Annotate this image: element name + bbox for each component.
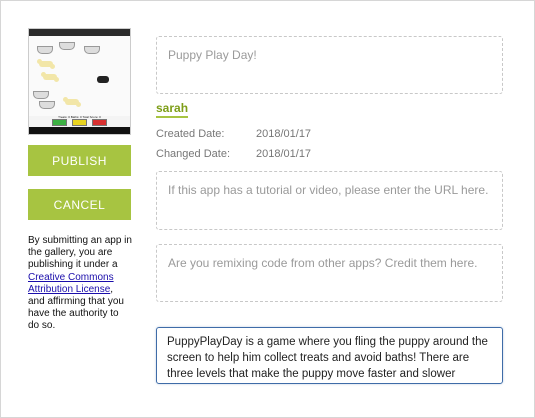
bathtub-sprite	[59, 42, 75, 50]
treat-bone-sprite	[63, 97, 81, 107]
description-textarea[interactable]: PuppyPlayDay is a game where you fling t…	[156, 327, 503, 384]
treat-bone-sprite	[41, 72, 59, 82]
app-title-input[interactable]: Puppy Play Day!	[156, 36, 503, 94]
app-screenshot-thumbnail: Treats: 0 Baths: 0 Total Score: 0	[28, 28, 131, 135]
tutorial-url-input[interactable]: If this app has a tutorial or video, ple…	[156, 171, 503, 230]
license-notice-text: By submitting an app in the gallery, you…	[28, 235, 132, 271]
phone-status-bar	[29, 29, 130, 36]
creative-commons-link[interactable]: Creative Commons Attribution License	[28, 272, 114, 295]
created-date-label: Created Date:	[156, 128, 225, 140]
puppy-sprite	[97, 76, 109, 83]
changed-date-label: Changed Date:	[156, 148, 230, 160]
level-hard-button	[92, 119, 107, 126]
bathtub-sprite	[39, 101, 55, 109]
created-date-value: 2018/01/17	[256, 128, 312, 140]
credits-input[interactable]: Are you remixing code from other apps? C…	[156, 244, 503, 302]
phone-nav-bar	[29, 127, 130, 134]
gallery-publish-panel: Treats: 0 Baths: 0 Total Score: 0 PUBLIS…	[0, 0, 535, 418]
cancel-button[interactable]: CANCEL	[28, 189, 131, 220]
treat-bone-sprite	[37, 59, 55, 69]
changed-date-value: 2018/01/17	[256, 148, 312, 160]
game-playfield	[29, 36, 130, 116]
level-medium-button	[72, 119, 87, 126]
bathtub-sprite	[84, 46, 100, 54]
bathtub-sprite	[33, 91, 49, 99]
license-notice: By submitting an app in the gallery, you…	[28, 235, 132, 333]
bathtub-sprite	[37, 46, 53, 54]
author-link[interactable]: sarah	[156, 101, 189, 118]
publish-button[interactable]: PUBLISH	[28, 145, 131, 176]
level-easy-button	[52, 119, 67, 126]
